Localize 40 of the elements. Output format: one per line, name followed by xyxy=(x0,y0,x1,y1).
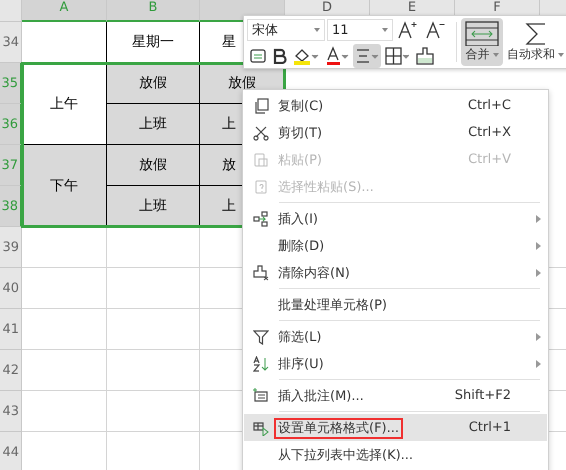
merge-icon xyxy=(465,21,499,46)
table-cell: 放假 xyxy=(107,145,200,186)
row-header[interactable]: 42 xyxy=(0,350,22,391)
menu-item[interactable]: 插入批注(M)... Shift+F2 xyxy=(244,382,547,409)
menu-item[interactable]: 清除内容(N) xyxy=(244,259,547,286)
format-cells-icon xyxy=(253,420,269,436)
row-header[interactable]: 39 xyxy=(0,227,22,268)
caret-icon xyxy=(382,28,388,32)
merged-cell: 上午 xyxy=(22,63,107,145)
merged-cell: 下午 xyxy=(22,145,107,227)
caret-icon xyxy=(492,52,498,57)
menu-item[interactable]: 从下拉列表中选择(K)... xyxy=(244,441,547,468)
align-center-icon[interactable] xyxy=(353,44,381,68)
table-cell: 上班 xyxy=(107,104,200,145)
row-header[interactable]: 43 xyxy=(0,391,22,432)
eraser-icon xyxy=(253,264,269,280)
comment-icon xyxy=(253,388,269,404)
row-header[interactable]: 41 xyxy=(0,309,22,350)
menu-item[interactable]: 设置单元格格式(F)... Ctrl+1 xyxy=(244,414,547,441)
menu-item[interactable]: 删除(D) xyxy=(244,232,547,259)
filter-icon xyxy=(253,328,269,344)
font-name-select[interactable]: 宋体 xyxy=(247,19,325,41)
sort-icon xyxy=(253,356,269,372)
menu-item[interactable]: 批量处理单元格(P) xyxy=(244,291,547,318)
caret-icon xyxy=(314,28,320,32)
row-header[interactable]: 34 xyxy=(0,22,22,63)
row-header[interactable]: 44 xyxy=(0,432,22,470)
insert-icon xyxy=(253,210,269,226)
table-cell: 放假 xyxy=(107,63,200,104)
scissors-icon xyxy=(253,124,269,140)
row-header[interactable]: 40 xyxy=(0,268,22,309)
copy-icon xyxy=(253,98,269,114)
table-cell: 上班 xyxy=(107,186,200,227)
menu-item[interactable]: 筛选(L) xyxy=(244,323,547,350)
menu-item[interactable]: 排序(U) xyxy=(244,350,547,377)
clipboard-icon xyxy=(253,152,269,168)
merge-button[interactable]: 合并 xyxy=(461,18,503,66)
clipboard-question-icon xyxy=(253,178,269,194)
caret-icon xyxy=(558,52,564,57)
font-size-select[interactable]: 11 xyxy=(327,19,393,41)
